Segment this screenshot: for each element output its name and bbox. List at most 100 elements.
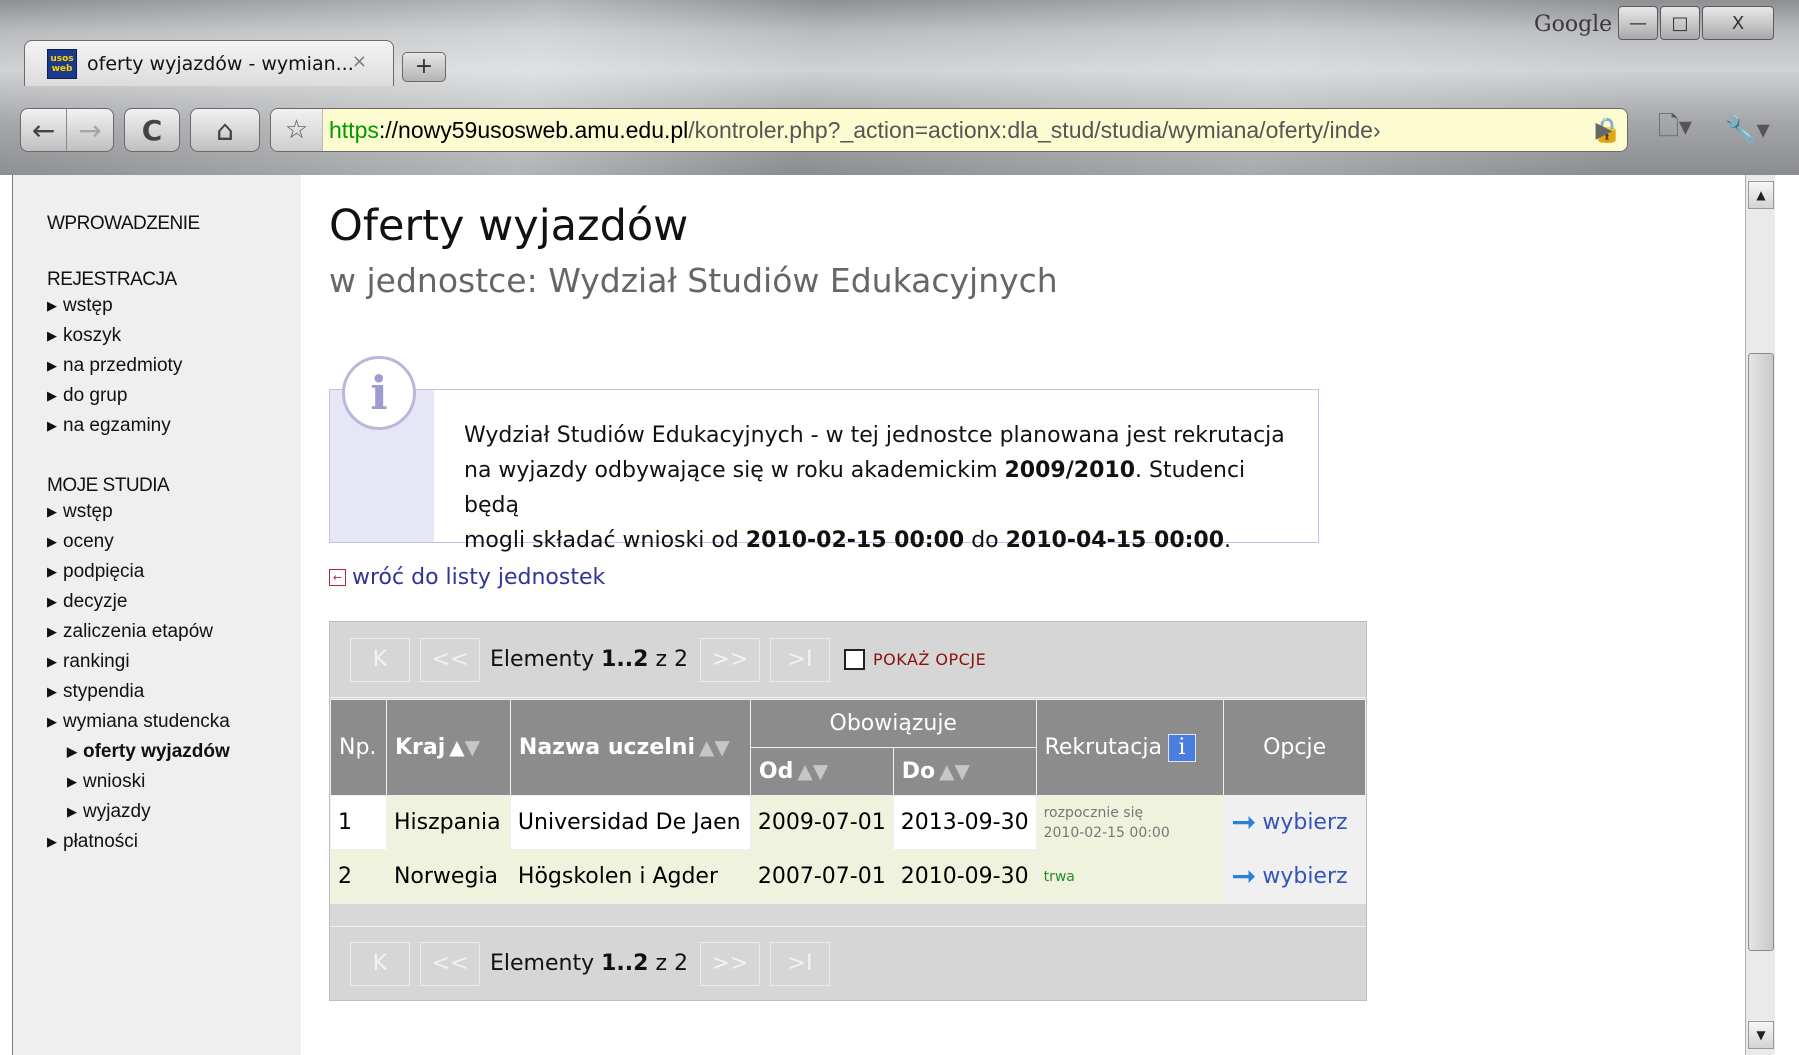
cell-uczelnia: Universidad De Jaen [509, 795, 751, 850]
sidebar-section-rejestracja: REJESTRACJA ▶ wstęp ▶ koszyk ▶ na przedmiot… [47, 269, 301, 441]
info-box: i Wydział Studiów Edukacyjnych - w tej j… [329, 356, 1319, 553]
header-do-label: Do [901, 759, 936, 784]
first-page-button[interactable]: K [350, 637, 410, 682]
sort-asc-icon[interactable]: ▲ [699, 735, 714, 759]
sidebar-item-oceny[interactable]: ▶ oceny [47, 527, 301, 557]
last-page-button[interactable]: >I [769, 637, 830, 682]
sidebar-item-rankingi[interactable]: ▶ rankingi [47, 647, 301, 677]
reload-group: C [124, 108, 180, 152]
browser-chrome: Google — □ X usos web oferty wyjazdów - … [0, 0, 1799, 175]
sidebar-item-platnosci[interactable]: ▶ płatności [47, 827, 301, 857]
close-window-button[interactable]: X [1702, 6, 1774, 40]
sort-asc-icon[interactable]: ▲ [449, 735, 464, 759]
cell-kraj: Hiszpania [385, 795, 511, 850]
sidebar-item-zaliczenia-etapow[interactable]: ▶ zaliczenia etapów [47, 617, 301, 647]
vertical-scrollbar[interactable]: ▲ ▼ [1745, 175, 1775, 1055]
sidebar-item-na-egzaminy[interactable]: ▶ na egzaminy [47, 411, 301, 441]
next-page-button[interactable]: >> [699, 941, 760, 986]
page-viewport: WPROWADZENIE REJESTRACJA ▶ wstęp ▶ koszyk … [12, 175, 1775, 1055]
bookmark-star-icon[interactable]: ☆ [271, 109, 323, 151]
scroll-thumb[interactable] [1748, 353, 1774, 951]
minimize-button[interactable]: — [1618, 6, 1658, 40]
sidebar-item-label: płatności [63, 831, 138, 852]
page-menu-icon[interactable]: 🗋▾ [1644, 108, 1706, 152]
wrench-menu-icon[interactable]: 🔧▾ [1716, 108, 1778, 152]
choose-link[interactable]: ➞ wybierz [1231, 807, 1358, 838]
choose-link[interactable]: ➞ wybierz [1231, 861, 1358, 892]
maximize-button[interactable]: □ [1660, 6, 1700, 40]
sort-asc-icon[interactable]: ▲ [797, 759, 812, 783]
sort-desc-icon[interactable]: ▼ [955, 759, 970, 783]
scroll-up-icon[interactable]: ▲ [1748, 181, 1774, 209]
prev-page-button[interactable]: << [420, 941, 480, 986]
triangle-right-icon: ▶ [67, 804, 77, 819]
sidebar-item-label: do grup [63, 385, 128, 406]
header-kraj[interactable]: Kraj ▲▼ [385, 699, 511, 796]
show-options-label[interactable]: POKAŻ OPCJE [873, 650, 986, 669]
sidebar-item-oferty-wyjazdow[interactable]: ▶ oferty wyjazdów [47, 737, 301, 767]
first-page-button[interactable]: K [350, 941, 410, 986]
rekrutacja-status: rozpocznie się [1043, 804, 1144, 821]
sidebar-heading-rejestracja[interactable]: REJESTRACJA [47, 269, 301, 291]
next-page-button[interactable]: >> [699, 637, 760, 682]
table-row: 1 Hiszpania Universidad De Jaen 2009-07-… [330, 795, 1366, 850]
sidebar-item-decyzje[interactable]: ▶ decyzje [47, 587, 301, 617]
go-button[interactable]: ▶ [1580, 108, 1628, 152]
scroll-down-icon[interactable]: ▼ [1748, 1021, 1774, 1049]
sidebar-item-na-przedmioty[interactable]: ▶ na przedmioty [47, 351, 301, 381]
table-header-row: Np. Kraj ▲▼ Nazwa uczelni ▲▼ Obowiązuje Re… [330, 699, 1366, 796]
offers-table-container: K << Elementy 1..2 z 2 >> >I POKAŻ OPCJE… [329, 621, 1367, 1001]
cell-uczelnia: Högskolen i Agder [509, 849, 751, 904]
back-button[interactable]: ← [21, 109, 67, 151]
sidebar-item-do-grup[interactable]: ▶ do grup [47, 381, 301, 411]
sort-uczelnia[interactable]: ▲▼ [699, 735, 730, 759]
sort-od[interactable]: ▲▼ [797, 759, 828, 783]
header-do[interactable]: Do ▲▼ [892, 747, 1037, 796]
triangle-right-icon: ▶ [47, 298, 57, 313]
address-bar[interactable]: ☆ https://nowy59usosweb.amu.edu.pl/kontr… [270, 108, 1628, 152]
sidebar-item-podpiecia[interactable]: ▶ podpięcia [47, 557, 301, 587]
sort-desc-icon[interactable]: ▼ [714, 735, 729, 759]
header-od[interactable]: Od ▲▼ [749, 747, 894, 796]
sidebar-item-label: wstęp [63, 501, 113, 522]
prev-page-button[interactable]: << [420, 637, 480, 682]
last-page-button[interactable]: >I [769, 941, 830, 986]
sort-desc-icon[interactable]: ▼ [813, 759, 828, 783]
cell-opcje: ➞ wybierz [1223, 849, 1366, 904]
sidebar-item-stypendia[interactable]: ▶ stypendia [47, 677, 301, 707]
triangle-right-icon: ▶ [47, 358, 57, 373]
home-button[interactable]: ⌂ [191, 109, 259, 151]
sidebar-heading-moje-studia[interactable]: MOJE STUDIA [47, 475, 301, 497]
triangle-right-icon: ▶ [47, 388, 57, 403]
sidebar-item-koszyk[interactable]: ▶ koszyk [47, 321, 301, 351]
sort-asc-icon[interactable]: ▲ [939, 759, 954, 783]
header-uczelnia[interactable]: Nazwa uczelni ▲▼ [509, 699, 751, 796]
header-np: Np. [330, 699, 387, 796]
new-tab-button[interactable]: + [402, 52, 446, 82]
sort-kraj[interactable]: ▲▼ [449, 735, 480, 759]
browser-brand: Google [1534, 12, 1613, 37]
sort-do[interactable]: ▲▼ [939, 759, 970, 783]
info-badge-icon[interactable]: i [1167, 733, 1196, 762]
sidebar-heading-wprowadzenie[interactable]: WPROWADZENIE [47, 213, 301, 235]
url-field[interactable]: https://nowy59usosweb.amu.edu.pl/kontrol… [323, 109, 1587, 151]
pager-top: K << Elementy 1..2 z 2 >> >I POKAŻ OPCJE [330, 622, 1366, 698]
sidebar-item-wstep-rejestracja[interactable]: ▶ wstęp [47, 291, 301, 321]
pager-range: 1..2 [601, 647, 649, 672]
sidebar-item-label: stypendia [63, 681, 145, 702]
usos-favicon-icon: usos web [47, 48, 77, 79]
sort-desc-icon[interactable]: ▼ [465, 735, 480, 759]
reload-button[interactable]: C [125, 109, 179, 151]
sidebar-item-wstep-studia[interactable]: ▶ wstęp [47, 497, 301, 527]
info-line-3a: mogli składać wnioski od [464, 528, 746, 553]
show-options-toggle[interactable]: POKAŻ OPCJE [843, 649, 986, 670]
forward-button[interactable]: → [67, 109, 113, 151]
tab-close-icon[interactable]: × [352, 51, 367, 72]
back-to-units-link[interactable]: ← wróć do listy jednostek [329, 565, 605, 590]
show-options-checkbox[interactable] [843, 649, 865, 670]
sidebar-item-wnioski[interactable]: ▶ wnioski [47, 767, 301, 797]
sidebar-item-wymiana-studencka[interactable]: ▶ wymiana studencka [47, 707, 301, 737]
pager-bottom: K << Elementy 1..2 z 2 >> >I [330, 926, 1366, 1000]
sidebar-item-wyjazdy[interactable]: ▶ wyjazdy [47, 797, 301, 827]
browser-tab[interactable]: usos web oferty wyjazdów - wymian... × [24, 40, 394, 86]
